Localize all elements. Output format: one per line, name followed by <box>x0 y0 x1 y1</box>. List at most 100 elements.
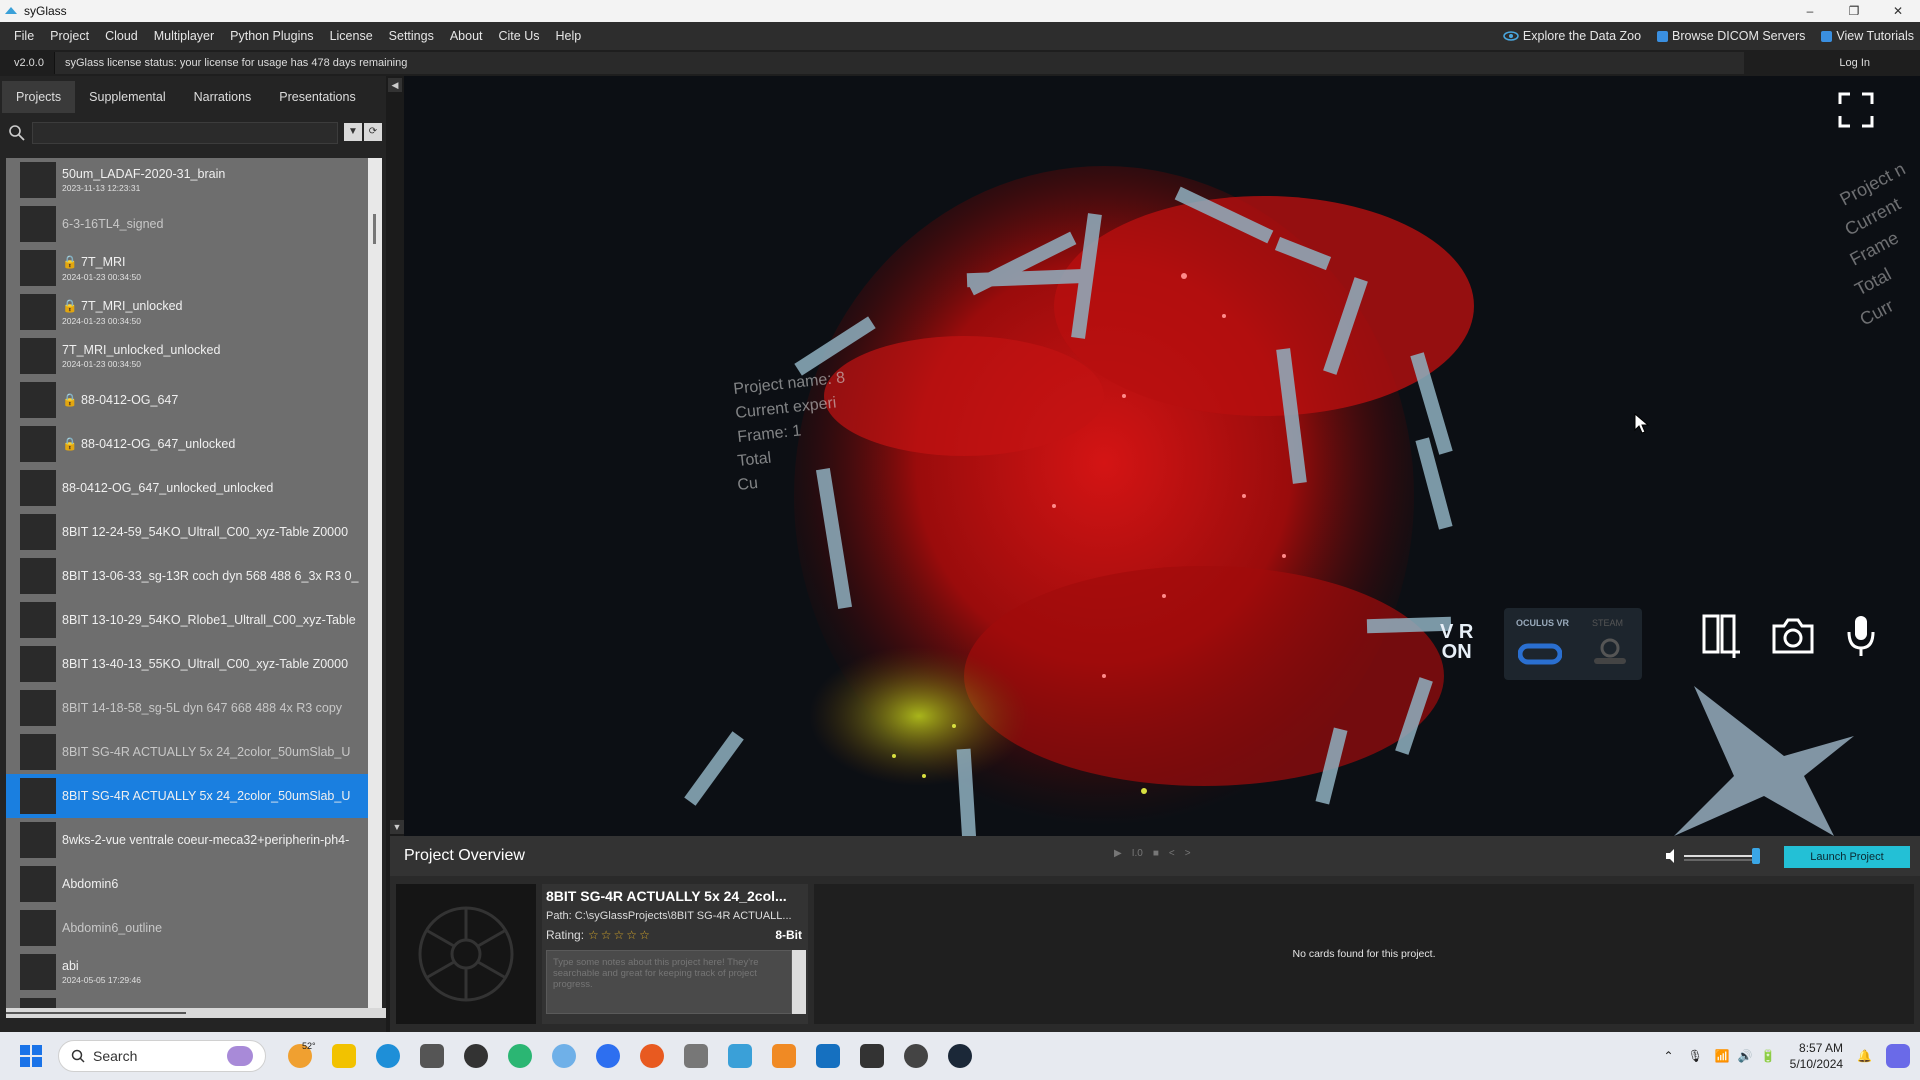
project-browser-panel: Projects Supplemental Narrations Present… <box>0 76 386 1032</box>
app-icon-3[interactable] <box>552 1044 576 1068</box>
meta-icon[interactable] <box>860 1044 884 1068</box>
project-list-item[interactable]: abi 2024-05-05 17:29:46 <box>6 950 368 994</box>
scrollbar-thumb[interactable] <box>373 214 376 244</box>
next-frame-button[interactable]: > <box>1185 848 1191 859</box>
menu-cloud[interactable]: Cloud <box>97 29 146 43</box>
notes-scrollbar[interactable] <box>792 950 806 1014</box>
menu-about[interactable]: About <box>442 29 491 43</box>
search-input[interactable] <box>32 122 338 144</box>
oculus-label: OCULUS VR <box>1516 618 1570 628</box>
add-panel-icon[interactable] <box>1700 612 1744 660</box>
oculus-icon[interactable] <box>1518 642 1562 666</box>
app-icon-2[interactable] <box>508 1044 532 1068</box>
minimize-button[interactable]: – <box>1788 0 1832 22</box>
hscrollbar-thumb[interactable] <box>6 1012 186 1014</box>
camera-icon[interactable] <box>1770 616 1816 656</box>
notification-icon[interactable]: 🔔 <box>1857 1049 1872 1063</box>
project-list-item[interactable]: 8BIT SG-4R ACTUALLY 5x 24_2color_50umSla… <box>6 730 368 774</box>
microphone-icon[interactable] <box>1844 612 1878 660</box>
project-list-item[interactable]: 8BIT 12-24-59_54KO_Ultrall_C00_xyz-Table… <box>6 510 368 554</box>
file-explorer-icon[interactable] <box>332 1044 356 1068</box>
taskbar-search-box[interactable]: Search <box>58 1040 266 1072</box>
scroll-down-arrow[interactable]: ▼ <box>390 820 404 834</box>
store-icon[interactable] <box>420 1044 444 1068</box>
volume-viewport[interactable]: Project name: 8 Current experi Frame: 1 … <box>404 76 1920 836</box>
overview-header: Project Overview ▶ I.0 ■ < > Launch Proj… <box>390 836 1920 876</box>
project-list-item[interactable]: 🔒 88-0412-OG_647_unlocked <box>6 422 368 466</box>
battery-icon[interactable]: 🔋 <box>1761 1049 1776 1063</box>
app-icon-5[interactable] <box>772 1044 796 1068</box>
refresh-icon[interactable]: ⟳ <box>364 123 382 141</box>
project-list-item[interactable]: 8wks-2-vue ventrale coeur-meca32+periphe… <box>6 818 368 862</box>
project-list-item[interactable]: 88-0412-OG_647_unlocked_unlocked <box>6 466 368 510</box>
project-list-item[interactable]: 🔒 88-0412-OG_647 <box>6 378 368 422</box>
zoom-icon[interactable] <box>596 1044 620 1068</box>
menu-python-plugins[interactable]: Python Plugins <box>222 29 321 43</box>
launch-project-button[interactable]: Launch Project <box>1784 846 1910 868</box>
browse-dicom-link[interactable]: Browse DICOM Servers <box>1657 29 1805 43</box>
project-list-item[interactable]: 8BIT 13-10-29_54KO_Rlobe1_Ultrall_C00_xy… <box>6 598 368 642</box>
volume-icon[interactable]: 🔊 <box>1738 1049 1753 1063</box>
login-button[interactable]: Log In <box>1839 57 1870 69</box>
steam-icon[interactable] <box>948 1044 972 1068</box>
taskbar-clock[interactable]: 8:57 AM 5/10/2024 <box>1790 1040 1843 1072</box>
project-list-item[interactable]: 8BIT 13-40-13_55KO_Ultrall_C00_xyz-Table… <box>6 642 368 686</box>
maximize-button[interactable]: ❐ <box>1832 0 1876 22</box>
menu-help[interactable]: Help <box>547 29 589 43</box>
microphone-tray-icon[interactable]: 🎙 <box>1688 1049 1703 1063</box>
project-list-item[interactable]: Abdomin6_outline <box>6 906 368 950</box>
project-date-label: 2024-01-23 00:34:50 <box>62 315 141 326</box>
menu-project[interactable]: Project <box>42 29 97 43</box>
app-icon-7[interactable] <box>904 1044 928 1068</box>
menu-settings[interactable]: Settings <box>381 29 442 43</box>
vr-on-toggle[interactable]: V R ON <box>1440 622 1473 662</box>
prev-frame-button[interactable]: < <box>1169 848 1175 859</box>
volume-slider[interactable] <box>1664 846 1764 866</box>
speed-label[interactable]: I.0 <box>1132 848 1143 859</box>
app-icon-1[interactable] <box>464 1044 488 1068</box>
wifi-icon[interactable]: 📶 <box>1715 1049 1730 1063</box>
project-list-item[interactable]: 50um_LADAF-2020-31_brain 2023-11-13 12:23… <box>6 158 368 202</box>
tab-narrations[interactable]: Narrations <box>180 81 266 113</box>
windows-start-icon[interactable] <box>20 1045 42 1067</box>
tray-chevron-icon[interactable]: ⌃ <box>1664 1049 1674 1063</box>
view-tutorials-link[interactable]: View Tutorials <box>1821 29 1914 43</box>
project-placeholder-icon <box>418 906 514 1002</box>
project-list-item[interactable]: 7T_MRI_unlocked_unlocked 2024-01-23 00:34… <box>6 334 368 378</box>
headset-selector[interactable]: OCULUS VR STEAM <box>1504 608 1642 680</box>
project-overview-panel: Project Overview ▶ I.0 ■ < > Launch Proj… <box>390 836 1920 1032</box>
collapse-panel-button[interactable]: ◀ <box>388 78 402 92</box>
app-icon-4[interactable] <box>684 1044 708 1068</box>
menu-cite-us[interactable]: Cite Us <box>491 29 548 43</box>
project-list-item[interactable]: Abi Swim <box>6 994 368 1008</box>
project-list-scrollbar[interactable] <box>368 158 382 1008</box>
rating-stars[interactable]: ☆☆☆☆☆ <box>588 928 652 942</box>
firefox-icon[interactable] <box>640 1044 664 1068</box>
filter-icon[interactable]: ▼ <box>344 123 362 141</box>
close-button[interactable]: ✕ <box>1876 0 1920 22</box>
explore-data-zoo-link[interactable]: Explore the Data Zoo <box>1503 29 1641 43</box>
project-list-item[interactable]: 8BIT 13-06-33_sg-13R coch dyn 568 488 6_… <box>6 554 368 598</box>
menu-file[interactable]: File <box>0 29 42 43</box>
menu-multiplayer[interactable]: Multiplayer <box>146 29 222 43</box>
project-list-item[interactable]: 🔒 7T_MRI_unlocked 2024-01-23 00:34:50 <box>6 290 368 334</box>
tab-presentations[interactable]: Presentations <box>265 81 369 113</box>
app-icon-6[interactable] <box>816 1044 840 1068</box>
project-list-item[interactable]: Abdomin6 <box>6 862 368 906</box>
project-list-item[interactable]: 6-3-16TL4_signed <box>6 202 368 246</box>
steamvr-icon[interactable] <box>1588 636 1632 666</box>
project-list-item[interactable]: 🔒 7T_MRI 2024-01-23 00:34:50 <box>6 246 368 290</box>
menu-license[interactable]: License <box>322 29 381 43</box>
syglass-taskbar-icon[interactable] <box>728 1044 752 1068</box>
fullscreen-icon[interactable] <box>1836 90 1876 130</box>
stop-button[interactable]: ■ <box>1153 848 1159 859</box>
project-list-hscrollbar[interactable] <box>6 1008 386 1018</box>
play-button[interactable]: ▶ <box>1114 848 1122 859</box>
edge-browser-icon[interactable] <box>376 1044 400 1068</box>
project-list-item[interactable]: 8BIT SG-4R ACTUALLY 5x 24_2color_50umSla… <box>6 774 368 818</box>
copilot-icon[interactable] <box>1886 1044 1910 1068</box>
tab-supplemental[interactable]: Supplemental <box>75 81 179 113</box>
tab-projects[interactable]: Projects <box>2 81 76 113</box>
project-notes-field[interactable] <box>546 950 792 1014</box>
project-list-item[interactable]: 8BIT 14-18-58_sg-5L dyn 647 668 488 4x R… <box>6 686 368 730</box>
